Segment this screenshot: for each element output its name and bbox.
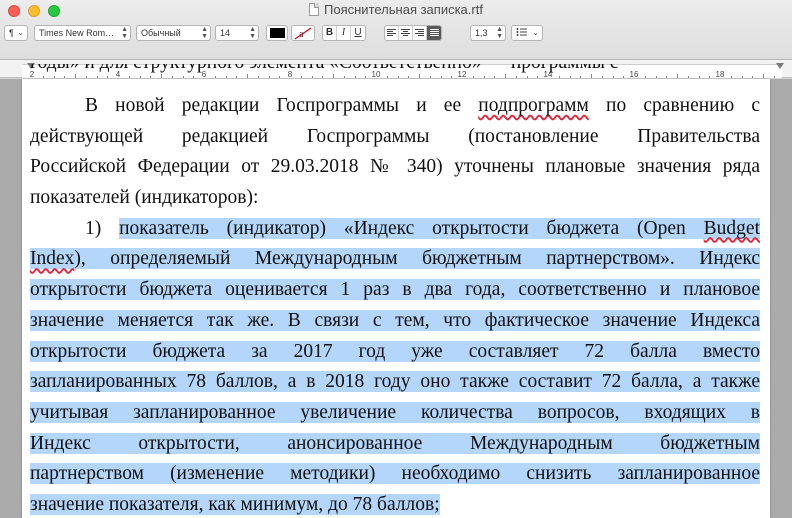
- selected-text: запланированных 78 баллов, а в 2018 году…: [30, 371, 760, 393]
- selected-text: показатель (индикатор) «Индекс открытост…: [119, 217, 760, 239]
- underline-button[interactable]: U: [351, 26, 365, 40]
- paragraph1-line: Российской Федерации от 29.03.2018 № 340…: [30, 152, 760, 183]
- paragraph1-line-text: показателей (индикаторов):: [30, 187, 259, 209]
- cut-off-text: годы» и для структурного элемента «Соотв…: [30, 64, 618, 74]
- align-right-button[interactable]: [413, 26, 427, 40]
- selected-text: открытости бюджета за 2017 год уже соста…: [30, 340, 760, 362]
- updown-arrows-icon: ▲ ▼: [201, 26, 208, 40]
- paragraph2-line: учитывая запланированное увеличение коли…: [30, 398, 760, 429]
- ruler-tick: [774, 76, 775, 78]
- paragraph2-line: открытости бюджета за 2017 год уже соста…: [30, 337, 760, 368]
- paragraph2-line: Index), определяемый Международным бюдже…: [30, 244, 760, 275]
- pilcrow-icon: ¶: [9, 28, 14, 38]
- paragraph2-line: значение меняется так же. В связи с тем,…: [30, 306, 760, 337]
- align-right-icon: [415, 29, 424, 37]
- alignment-buttons: [384, 25, 442, 41]
- align-left-icon: [387, 29, 396, 37]
- paragraph2-line: значение показателя, как минимум, до 78 …: [30, 490, 760, 518]
- chevron-down-icon: ⌄: [17, 28, 24, 37]
- highlight-pen-icon: a: [294, 27, 312, 40]
- font-family-select[interactable]: Times New Rom… ▲ ▼: [34, 25, 131, 41]
- updown-arrows-icon: ▲ ▼: [496, 26, 503, 40]
- window-title-area: Пояснительная записка.rtf: [0, 2, 792, 17]
- list-style-dropdown[interactable]: ⌄: [511, 25, 543, 41]
- align-left-button[interactable]: [385, 26, 399, 40]
- align-justify-button[interactable]: [427, 26, 441, 40]
- paragraph2-line: 1) показатель (индикатор) «Индекс открыт…: [30, 214, 760, 245]
- paragraph-styles-dropdown[interactable]: ¶ ⌄: [4, 25, 28, 41]
- bold-button[interactable]: B: [323, 26, 337, 40]
- document-text[interactable]: В новой редакции Госпрограммы и ее подпр…: [30, 91, 760, 518]
- paragraph2-line: Индекс открытости, анонсированное Междун…: [30, 429, 760, 460]
- list-number: 1): [85, 217, 102, 239]
- window-toolbar: Пояснительная записка.rtf ¶ ⌄ Times New R…: [0, 0, 792, 60]
- align-justify-icon: [429, 29, 439, 37]
- line-spacing-value: 1,3: [475, 28, 488, 38]
- selected-text: Индекс открытости, анонсированное Междун…: [30, 432, 760, 454]
- paragraph1-line-text: В новой редакции Госпрограммы и ее подпр…: [85, 95, 760, 116]
- right-indent-marker[interactable]: [776, 63, 784, 69]
- align-center-icon: [401, 29, 410, 37]
- chevron-down-icon: ⌄: [532, 28, 539, 37]
- updown-arrows-icon: ▲ ▼: [121, 26, 128, 40]
- paragraph2-line: открытости бюджета оценивается 1 раз в д…: [30, 275, 760, 306]
- ruler-tick: [763, 74, 764, 78]
- document-page[interactable]: годы» и для структурного элемента «Соотв…: [22, 64, 770, 518]
- window-title: Пояснительная записка.rtf: [324, 2, 483, 17]
- text-color-well[interactable]: [266, 25, 288, 41]
- paragraph1-line-text: действующей редакцией Госпрограммы (пост…: [30, 125, 760, 147]
- text-color-swatch: [270, 28, 285, 38]
- updown-arrows-icon: ▲ ▼: [249, 26, 256, 40]
- selected-text: учитывая запланированное увеличение коли…: [30, 401, 760, 423]
- selected-text: значение показателя, как минимум, до 78 …: [30, 493, 440, 515]
- paragraph1-line: показателей (индикаторов):: [30, 183, 760, 214]
- spellcheck-word[interactable]: Budget: [704, 218, 760, 239]
- highlight-color-well[interactable]: a: [291, 25, 315, 41]
- font-family-value: Times New Rom…: [39, 28, 115, 38]
- list-icon: [516, 28, 527, 36]
- selected-text: значение меняется так же. В связи с тем,…: [30, 309, 760, 331]
- line-spacing-select[interactable]: 1,3 ▲ ▼: [470, 25, 506, 41]
- italic-button[interactable]: I: [337, 26, 351, 40]
- spellcheck-word[interactable]: подпрограмм: [478, 95, 589, 116]
- paragraph1-line: действующей редакцией Госпрограммы (пост…: [30, 122, 760, 153]
- paragraph1-line-text: Российской Федерации от 29.03.2018 № 340…: [30, 156, 760, 178]
- text-style-buttons: B I U: [322, 25, 366, 41]
- document-icon: [309, 3, 320, 16]
- font-style-value: Обычный: [141, 28, 181, 38]
- paragraph1-line: В новой редакции Госпрограммы и ее подпр…: [30, 91, 760, 122]
- selected-text: открытости бюджета оценивается 1 раз в д…: [30, 279, 760, 301]
- paragraph2-line: партнерством (изменение методики) необхо…: [30, 459, 760, 490]
- font-size-value: 14: [220, 28, 231, 38]
- spellcheck-word[interactable]: Index: [30, 248, 74, 269]
- selected-text: партнерством (изменение методики) необхо…: [30, 463, 760, 485]
- paragraph2-line: запланированных 78 баллов, а в 2018 году…: [30, 367, 760, 398]
- font-style-select[interactable]: Обычный ▲ ▼: [136, 25, 211, 41]
- font-size-select[interactable]: 14 ▲ ▼: [215, 25, 259, 41]
- document-scroll-area[interactable]: годы» и для структурного элемента «Соотв…: [0, 64, 792, 518]
- align-center-button[interactable]: [399, 26, 413, 40]
- cut-off-line: годы» и для структурного элемента «Соотв…: [30, 64, 760, 78]
- selected-text: Index), определяемый Международным бюдже…: [30, 248, 760, 270]
